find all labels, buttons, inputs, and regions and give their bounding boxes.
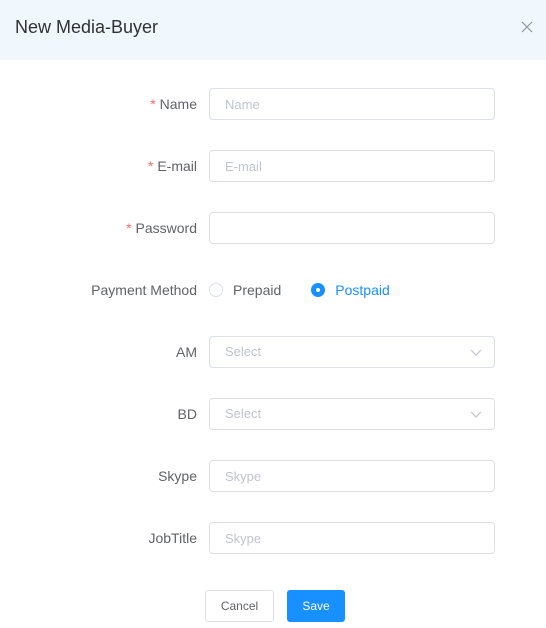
payment-method-radio-group: Prepaid Postpaid [209,274,390,306]
dialog-title: New Media-Buyer [15,17,159,37]
form-row-bd: BD Select [0,398,546,430]
skype-label: Skype [158,468,197,484]
required-asterisk: * [150,96,156,112]
password-input[interactable] [209,212,495,244]
radio-checked-icon [311,283,326,297]
email-label-text: E-mail [157,158,197,174]
form-row-payment-method: Payment Method Prepaid Postpaid [0,274,546,306]
dialog-header: New Media-Buyer [0,0,546,60]
password-label: * Password [126,212,197,244]
save-button[interactable]: Save [287,590,345,622]
bd-select-placeholder: Select [225,406,262,421]
close-icon [521,21,533,33]
chevron-down-icon [470,349,482,356]
name-label: * Name [150,88,197,120]
radio-unchecked-icon [209,283,223,297]
email-input[interactable] [209,150,495,182]
form-row-jobtitle: JobTitle [0,522,546,554]
name-input[interactable] [209,88,495,120]
required-asterisk: * [126,220,132,236]
form-row-am: AM Select [0,336,546,368]
form-row-email: * E-mail [0,150,546,182]
form-row-name: * Name [0,88,546,120]
jobtitle-input[interactable] [209,522,495,554]
chevron-down-icon [470,411,482,418]
radio-postpaid-label: Postpaid [335,282,390,298]
jobtitle-label: JobTitle [148,530,197,546]
close-button[interactable] [519,19,535,35]
bd-select[interactable]: Select [209,398,495,430]
required-asterisk: * [147,158,154,174]
form-row-skype: Skype [0,460,546,492]
radio-postpaid[interactable]: Postpaid [311,282,390,298]
am-label: AM [176,344,197,360]
radio-prepaid[interactable]: Prepaid [209,282,281,298]
email-label: * E-mail [148,150,197,182]
payment-method-label: Payment Method [91,282,197,298]
radio-prepaid-label: Prepaid [233,282,282,298]
bd-label: BD [177,406,197,422]
password-label-text: Password [135,220,197,236]
form-row-password: * Password [0,212,546,244]
am-select-placeholder: Select [225,344,262,359]
cancel-button[interactable]: Cancel [205,590,274,622]
skype-input[interactable] [209,460,495,492]
name-label-text: Name [159,96,197,112]
am-select[interactable]: Select [209,336,495,368]
